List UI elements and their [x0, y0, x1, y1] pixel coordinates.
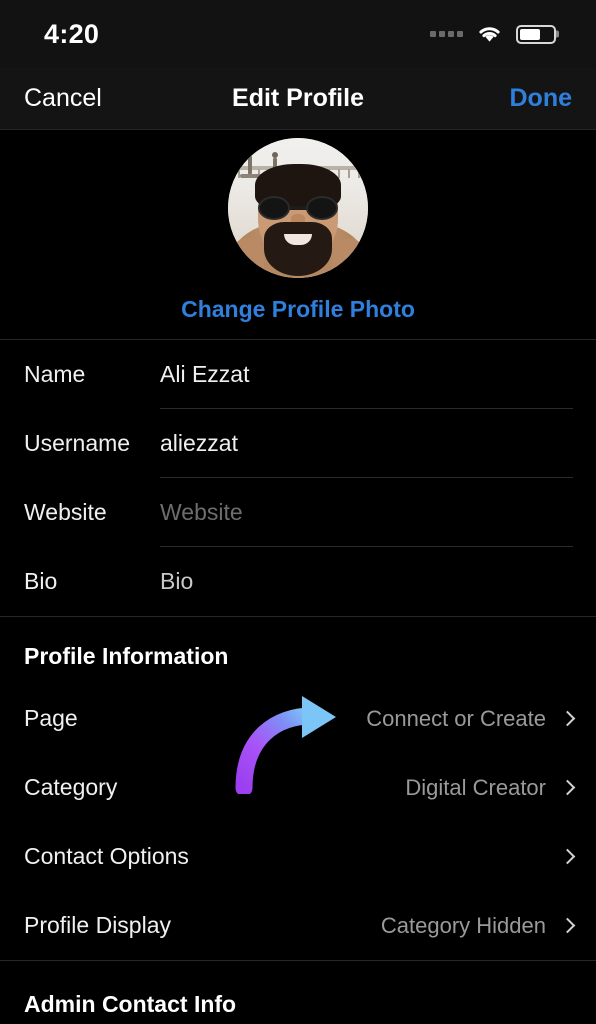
avatar[interactable]: [228, 138, 368, 278]
done-button[interactable]: Done: [510, 84, 573, 113]
navigation-bar: Cancel Edit Profile Done: [0, 68, 596, 130]
row-category[interactable]: Category Digital Creator: [0, 753, 596, 822]
status-time: 4:20: [44, 18, 100, 49]
field-label-website: Website: [24, 499, 107, 525]
section-title-admin-contact-info: Admin Contact Info: [24, 991, 237, 1017]
field-row-bio[interactable]: Bio Bio: [0, 547, 596, 616]
row-value-category: Digital Creator: [405, 774, 546, 800]
status-bar: 4:20: [0, 0, 596, 68]
admin-contact-info-section: Admin Contact Info: [0, 961, 596, 1024]
basic-info-form: Name Ali Ezzat Username aliezzat Website…: [0, 340, 596, 617]
name-input[interactable]: Ali Ezzat: [160, 361, 249, 388]
chevron-right-icon: [559, 917, 576, 934]
row-label-page: Page: [24, 705, 78, 731]
row-contact-options[interactable]: Contact Options: [0, 822, 596, 891]
chevron-right-icon: [559, 710, 576, 727]
field-label-username: Username: [24, 430, 131, 456]
cancel-button[interactable]: Cancel: [24, 84, 102, 113]
username-input[interactable]: aliezzat: [160, 430, 238, 457]
row-value-page: Connect or Create: [366, 705, 546, 731]
row-label-category: Category: [24, 774, 118, 800]
field-row-username[interactable]: Username aliezzat: [0, 409, 596, 478]
website-input[interactable]: Website: [160, 499, 243, 526]
field-label-bio: Bio: [24, 568, 58, 594]
field-label-name: Name: [24, 361, 86, 387]
chevron-right-icon: [559, 779, 576, 796]
row-profile-display[interactable]: Profile Display Category Hidden: [0, 891, 596, 960]
row-label-profile-display: Profile Display: [24, 912, 171, 938]
status-indicators: [430, 24, 556, 44]
row-page[interactable]: Page Connect or Create: [0, 684, 596, 753]
wifi-icon: [476, 24, 503, 44]
chevron-right-icon: [559, 848, 576, 865]
profile-photo-section: Change Profile Photo: [0, 130, 596, 340]
row-label-contact-options: Contact Options: [24, 843, 189, 869]
edit-profile-screen: 4:20 Cancel Edit Profile Done Change Pro…: [0, 0, 596, 1024]
bio-input[interactable]: Bio: [160, 568, 193, 595]
change-profile-photo-button[interactable]: Change Profile Photo: [181, 296, 415, 323]
signal-dots-icon: [430, 31, 463, 37]
section-title-profile-information: Profile Information: [24, 643, 229, 669]
profile-information-section: Profile Information Page Connect or Crea…: [0, 617, 596, 961]
battery-icon: [516, 24, 556, 44]
row-value-profile-display: Category Hidden: [380, 912, 546, 938]
field-row-website[interactable]: Website Website: [0, 478, 596, 547]
field-row-name[interactable]: Name Ali Ezzat: [0, 340, 596, 409]
